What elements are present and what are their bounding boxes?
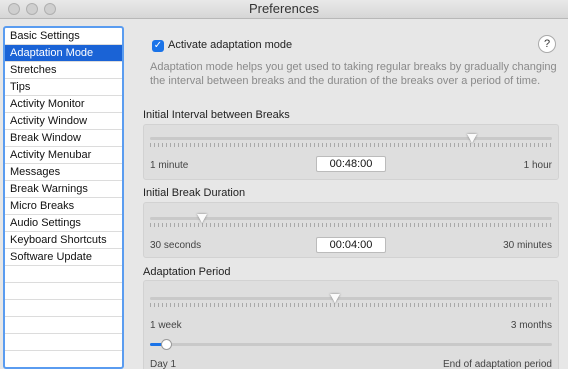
activate-adaptation-label[interactable]: Activate adaptation mode <box>168 39 292 51</box>
duration-slider-track[interactable] <box>150 217 552 220</box>
interval-slider-ticks <box>150 143 552 147</box>
activate-adaptation-checkbox[interactable]: ✓ <box>152 40 164 52</box>
interval-section-title: Initial Interval between Breaks <box>143 109 290 121</box>
interval-max-label: 1 hour <box>523 160 552 171</box>
period-min-label: 1 week <box>150 320 182 331</box>
sidebar-item-tips[interactable]: Tips <box>5 79 122 96</box>
duration-panel: 30 seconds 00:04:00 30 minutes <box>143 202 559 258</box>
day-progress-thumb[interactable] <box>161 339 173 350</box>
sidebar-empty-row <box>5 266 122 283</box>
day-max-label: End of adaptation period <box>443 359 552 369</box>
sidebar-item-software-update[interactable]: Software Update <box>5 249 122 266</box>
sidebar-item-keyboard-shortcuts[interactable]: Keyboard Shortcuts <box>5 232 122 249</box>
adaptation-description: Adaptation mode helps you get used to ta… <box>150 61 557 87</box>
sidebar-item-break-warnings[interactable]: Break Warnings <box>5 181 122 198</box>
sidebar-item-activity-menubar[interactable]: Activity Menubar <box>5 147 122 164</box>
sidebar-empty-row <box>5 334 122 351</box>
duration-min-label: 30 seconds <box>150 240 202 251</box>
duration-max-label: 30 minutes <box>503 240 552 251</box>
duration-slider-ticks <box>150 223 552 227</box>
sidebar-item-stretches[interactable]: Stretches <box>5 62 122 79</box>
duration-slider-thumb[interactable] <box>197 214 208 223</box>
sidebar-item-audio-settings[interactable]: Audio Settings <box>5 215 122 232</box>
duration-value-field[interactable]: 00:04:00 <box>316 237 386 253</box>
sidebar-empty-row <box>5 300 122 317</box>
sidebar-item-break-window[interactable]: Break Window <box>5 130 122 147</box>
interval-slider-thumb[interactable] <box>466 134 477 143</box>
duration-section-title: Initial Break Duration <box>143 187 246 199</box>
day-min-label: Day 1 <box>150 359 177 369</box>
sidebar-item-basic-settings[interactable]: Basic Settings <box>5 28 122 45</box>
interval-slider-track[interactable] <box>150 137 552 140</box>
period-slider-thumb[interactable] <box>329 294 340 303</box>
day-progress-track <box>150 343 552 346</box>
title-bar: Preferences <box>0 0 568 19</box>
period-section-title: Adaptation Period <box>143 266 231 278</box>
sidebar-item-activity-monitor[interactable]: Activity Monitor <box>5 96 122 113</box>
sidebar: Basic Settings Adaptation Mode Stretches… <box>3 26 124 369</box>
sidebar-empty-row <box>5 351 122 367</box>
sidebar-item-adaptation-mode[interactable]: Adaptation Mode <box>5 45 122 62</box>
help-button[interactable]: ? <box>538 35 556 53</box>
period-slider-ticks <box>150 303 552 307</box>
sidebar-item-activity-window[interactable]: Activity Window <box>5 113 122 130</box>
period-slider-track[interactable] <box>150 297 552 300</box>
period-panel: 1 week 3 months Day 1 End of adaptation … <box>143 280 559 369</box>
interval-value-field[interactable]: 00:48:00 <box>316 156 386 172</box>
sidebar-item-micro-breaks[interactable]: Micro Breaks <box>5 198 122 215</box>
period-max-label: 3 months <box>510 320 552 331</box>
sidebar-empty-row <box>5 317 122 334</box>
sidebar-item-messages[interactable]: Messages <box>5 164 122 181</box>
adaptation-mode-pane: ✓ Activate adaptation mode ? Adaptation … <box>143 29 568 369</box>
interval-panel: 1 minute 00:48:00 1 hour <box>143 124 559 180</box>
interval-min-label: 1 minute <box>150 160 189 171</box>
window-title: Preferences <box>248 1 320 16</box>
sidebar-empty-row <box>5 283 122 300</box>
